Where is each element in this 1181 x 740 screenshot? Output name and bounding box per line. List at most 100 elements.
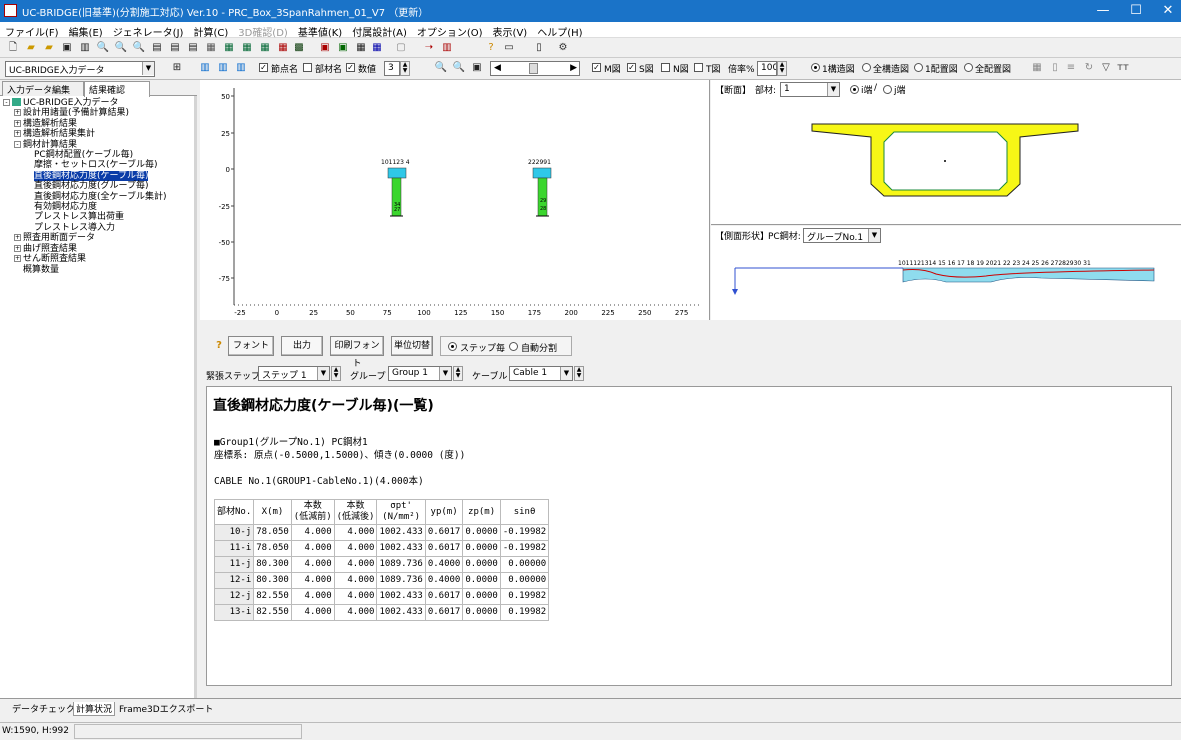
member-name-checkbox[interactable] — [303, 63, 312, 72]
layout2-icon[interactable]: ▥ — [216, 61, 230, 74]
calc-icon[interactable]: ▩ — [292, 41, 306, 54]
grid-icon[interactable]: ▦ — [370, 41, 384, 54]
step-select[interactable]: ステップ 1 ▼ — [258, 366, 330, 381]
marker-icon[interactable]: ▯ — [532, 41, 546, 54]
text-icon[interactable]: ᴛᴛ — [1116, 61, 1130, 74]
rotate-icon[interactable]: ↻ — [1082, 61, 1096, 74]
zoom-out-icon[interactable]: 🔍 — [132, 41, 146, 54]
tree-item[interactable]: + 曲げ照査結果 — [3, 244, 166, 254]
tree-item[interactable]: プレストレス導入力 — [3, 223, 166, 233]
scale-input[interactable]: 100 — [757, 61, 777, 76]
tool-icon[interactable]: ▦ — [276, 41, 290, 54]
print2-icon[interactable]: ▤ — [168, 41, 182, 54]
girder-icon[interactable]: ▦ — [258, 41, 272, 54]
tree-item[interactable]: 直後鋼材応力度(ケーブル毎) — [3, 170, 166, 181]
menu-help[interactable]: ヘルプ(H) — [532, 22, 587, 39]
view-1structure-radio[interactable] — [811, 63, 820, 72]
tree-item[interactable]: 概算数量 — [3, 265, 166, 275]
zoom-icon[interactable]: 🔍 — [96, 41, 110, 54]
value-digits-spinner[interactable]: ▲ ▼ — [400, 61, 410, 76]
value-checkbox[interactable]: ✓ — [346, 63, 355, 72]
marker-icon[interactable]: ▯ — [1048, 61, 1062, 74]
tree-item[interactable]: 直後鋼材応力度(グループ毎) — [3, 181, 166, 191]
zoom-in-icon[interactable]: 🔍 — [434, 61, 448, 74]
menu-standard[interactable]: 基準値(K) — [293, 22, 347, 39]
chart-icon[interactable]: ▣ — [318, 41, 332, 54]
help-icon[interactable]: ? — [484, 41, 498, 54]
open-folder-icon[interactable]: ▰ — [24, 41, 38, 54]
unit-switch-button[interactable]: 単位切替 — [391, 336, 433, 356]
tree-item[interactable]: - 鋼材計算結果 — [3, 140, 166, 150]
group-select[interactable]: Group 1 ▼ — [388, 366, 452, 381]
tree-item[interactable]: プレストレス算出荷重 — [3, 212, 166, 222]
step-spinner[interactable]: ▲ ▼ — [331, 366, 341, 381]
cable-spinner[interactable]: ▲ ▼ — [574, 366, 584, 381]
collapse-icon[interactable]: - — [14, 140, 21, 148]
print-icon[interactable]: ▤ — [150, 41, 164, 54]
mode-step-radio[interactable] — [448, 342, 457, 351]
menu-file[interactable]: ファイル(F) — [0, 22, 64, 39]
mode-auto-radio[interactable] — [509, 342, 518, 351]
menu-calc[interactable]: 計算(C) — [188, 22, 233, 39]
menu-edit[interactable]: 編集(E) — [64, 22, 108, 39]
maximize-button[interactable]: ☐ — [1126, 3, 1146, 18]
node-name-checkbox[interactable]: ✓ — [259, 63, 268, 72]
menu-option[interactable]: オプション(O) — [412, 22, 488, 39]
expand-icon[interactable]: + — [14, 255, 21, 263]
info-icon[interactable]: ▭ — [502, 41, 516, 54]
tree-item[interactable]: 有効鋼材応力度 — [3, 202, 166, 212]
open-folder2-icon[interactable]: ▰ — [42, 41, 56, 54]
tab-calc-status[interactable]: 計算状況 — [73, 702, 116, 716]
value-digits-input[interactable]: 3 — [384, 61, 400, 76]
zoom-in-icon[interactable]: 🔍 — [114, 41, 128, 54]
minimize-button[interactable]: — — [1093, 3, 1113, 18]
collapse-icon[interactable]: - — [3, 99, 10, 106]
menu-view[interactable]: 表示(V) — [488, 22, 533, 39]
arrow-icon[interactable]: ➝ — [422, 41, 436, 54]
font-button[interactable]: フォント — [228, 336, 274, 356]
print3-icon[interactable]: ▤ — [186, 41, 200, 54]
output-button[interactable]: 出力 — [281, 336, 323, 356]
data-select[interactable]: UC-BRIDGE入力データ ▼ — [5, 61, 155, 77]
grid-icon[interactable]: ▦ — [1030, 61, 1044, 74]
group-spinner[interactable]: ▲ ▼ — [453, 366, 463, 381]
structure-icon[interactable]: ▦ — [222, 41, 236, 54]
tree-item[interactable]: + 照査用断面データ — [3, 233, 166, 243]
export-icon[interactable]: ▥ — [440, 41, 454, 54]
view-allstructure-radio[interactable] — [862, 63, 871, 72]
align-icon[interactable]: ≡ — [1064, 61, 1078, 74]
s-diagram-checkbox[interactable]: ✓ — [627, 63, 636, 72]
view-alllayout-radio[interactable] — [964, 63, 973, 72]
tab-data-check[interactable]: データチェック — [12, 702, 75, 715]
slider-thumb[interactable] — [529, 63, 538, 74]
expand-icon[interactable]: + — [14, 234, 21, 242]
close-button[interactable]: ✕ — [1158, 3, 1178, 18]
fit-icon[interactable]: ▣ — [470, 61, 484, 74]
tab-input-edit[interactable]: 入力データ編集 — [2, 81, 84, 96]
settings-icon[interactable]: ⚙ — [556, 41, 570, 54]
filter-icon[interactable]: ▽ — [1099, 61, 1113, 74]
tab-frame3d-export[interactable]: Frame3Dエクスポート — [119, 702, 213, 715]
report-view[interactable]: 直後鋼材応力度(ケーブル毎)(一覧) ■Group1(グループNo.1) PC鋼… — [206, 386, 1172, 686]
bridge-icon[interactable]: ▦ — [204, 41, 218, 54]
layout3-icon[interactable]: ▥ — [234, 61, 248, 74]
zoom-out-icon[interactable]: 🔍 — [452, 61, 466, 74]
scale-spinner[interactable]: ▲ ▼ — [777, 61, 787, 76]
help-icon[interactable]: ? — [212, 339, 226, 352]
view-1layout-radio[interactable] — [914, 63, 923, 72]
tree-item[interactable]: + 構造解析結果 — [3, 119, 166, 129]
tree-item[interactable]: + 構造解析結果集計 — [3, 129, 166, 139]
table-icon[interactable]: ▦ — [354, 41, 368, 54]
scroll-slider[interactable]: ◀ ▶ — [490, 61, 580, 76]
tree-item[interactable]: PC鋼材配置(ケーブル毎) — [3, 150, 166, 160]
expand-icon[interactable]: + — [14, 244, 21, 252]
expand-icon[interactable]: + — [14, 119, 21, 127]
expand-icon[interactable]: + — [14, 130, 21, 138]
t-diagram-checkbox[interactable] — [694, 63, 703, 72]
save-icon[interactable]: ▣ — [60, 41, 74, 54]
menu-attached[interactable]: 付属設計(A) — [347, 22, 412, 39]
chart2-icon[interactable]: ▣ — [336, 41, 350, 54]
delete-icon[interactable]: ▥ — [78, 41, 92, 54]
frame-icon[interactable]: ▦ — [240, 41, 254, 54]
tree-item[interactable]: - UC-BRIDGE入力データ — [3, 98, 166, 108]
